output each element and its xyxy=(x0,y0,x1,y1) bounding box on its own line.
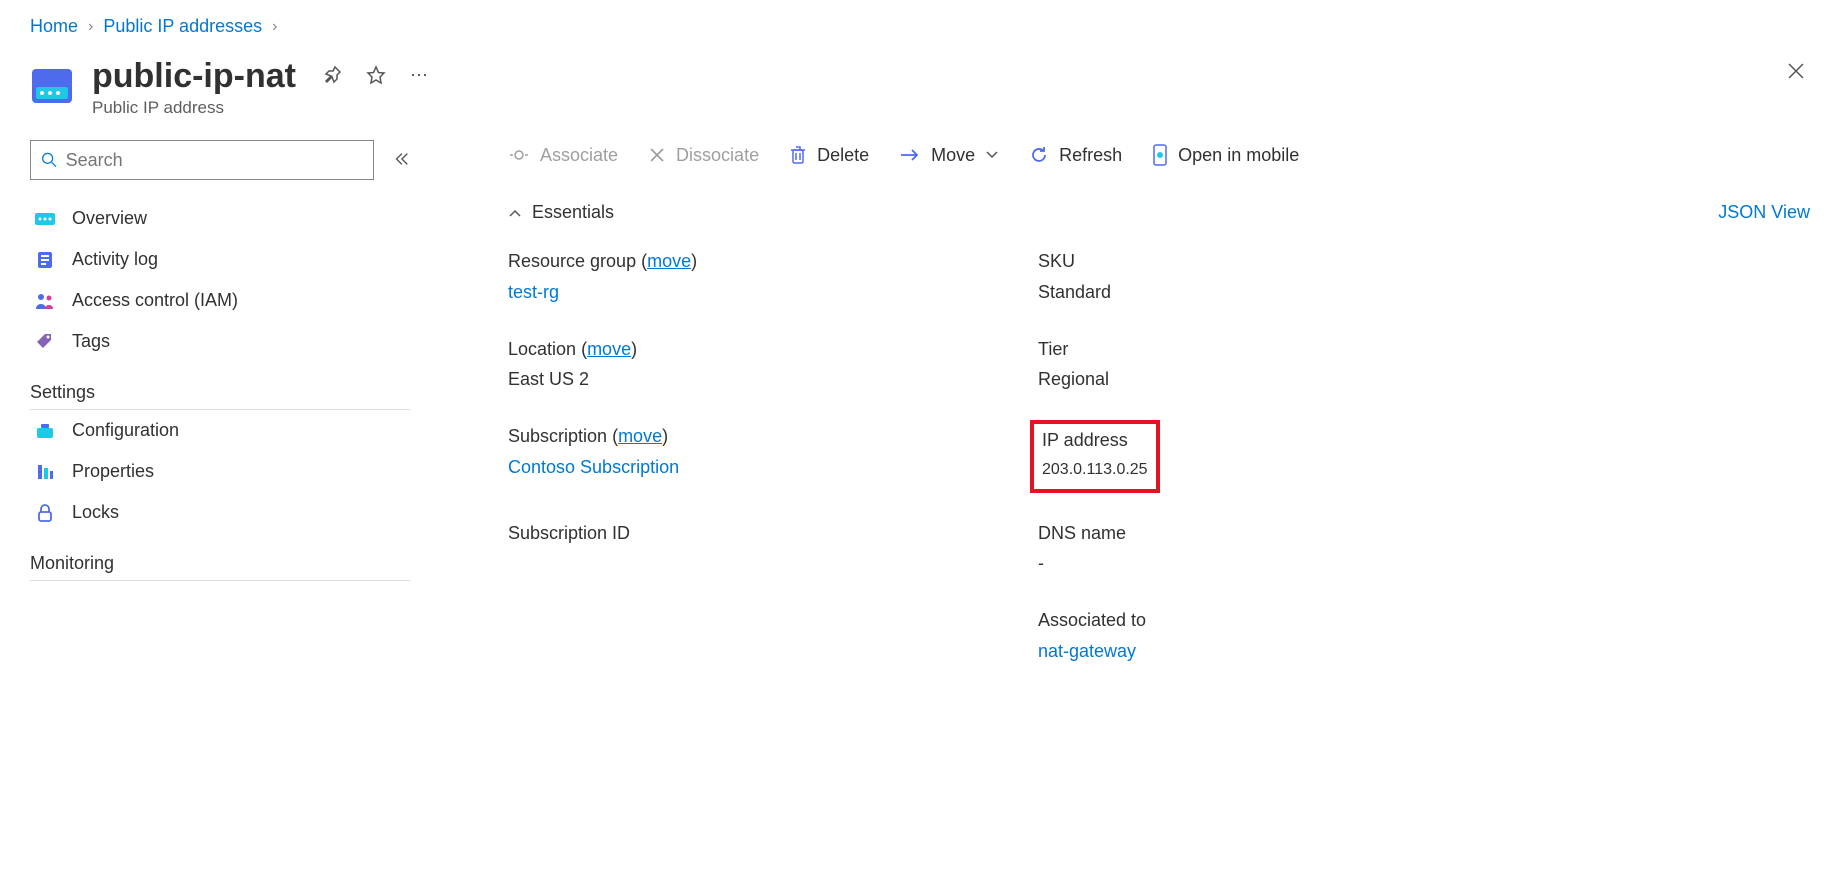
associated-to-value[interactable]: nat-gateway xyxy=(1038,637,1810,666)
sidebar-item-overview[interactable]: Overview xyxy=(30,198,410,239)
json-view-link[interactable]: JSON View xyxy=(1718,202,1810,223)
dns-name-label: DNS name xyxy=(1038,519,1810,548)
location-label: Location (move) xyxy=(508,335,1008,364)
sidebar-label: Access control (IAM) xyxy=(72,290,238,311)
star-icon[interactable] xyxy=(366,65,386,88)
toolbar-label: Open in mobile xyxy=(1178,145,1299,166)
sidebar-item-activity-log[interactable]: Activity log xyxy=(30,239,410,280)
arrow-right-icon xyxy=(899,147,921,163)
sku-value: Standard xyxy=(1038,278,1810,307)
open-in-mobile-button[interactable]: Open in mobile xyxy=(1152,144,1299,166)
sidebar-search[interactable] xyxy=(30,140,374,180)
move-subscription-link[interactable]: move xyxy=(618,426,662,446)
ip-icon xyxy=(34,210,56,228)
dissociate-button: Dissociate xyxy=(648,145,759,166)
move-location-link[interactable]: move xyxy=(587,339,631,359)
chevron-right-icon: › xyxy=(272,18,277,36)
search-icon xyxy=(41,151,58,169)
delete-button[interactable]: Delete xyxy=(789,145,869,166)
trash-icon xyxy=(789,145,807,165)
sidebar-section-settings: Settings xyxy=(30,376,410,410)
resource-group-label: Resource group (move) xyxy=(508,247,1008,276)
toolbar-label: Dissociate xyxy=(676,145,759,166)
ip-address-value: 203.0.113.0.25 xyxy=(1042,457,1148,483)
close-icon[interactable] xyxy=(1782,57,1810,91)
sidebar-item-configuration[interactable]: Configuration xyxy=(30,410,410,451)
sidebar-item-locks[interactable]: Locks xyxy=(30,492,410,533)
page-title: public-ip-nat xyxy=(92,57,296,96)
collapse-sidebar-icon[interactable] xyxy=(392,150,410,171)
sidebar-label: Properties xyxy=(72,461,154,482)
refresh-button[interactable]: Refresh xyxy=(1029,145,1122,166)
breadcrumb: Home › Public IP addresses › xyxy=(30,16,1810,37)
tags-icon xyxy=(35,332,55,352)
chevron-right-icon: › xyxy=(88,18,93,36)
subscription-value[interactable]: Contoso Subscription xyxy=(508,453,1008,482)
sidebar-label: Configuration xyxy=(72,420,179,441)
dns-name-value: - xyxy=(1038,549,1810,578)
iam-icon xyxy=(34,291,56,311)
search-input[interactable] xyxy=(66,150,363,171)
resource-group-value[interactable]: test-rg xyxy=(508,278,1008,307)
sidebar: Overview Activity log Access control (IA… xyxy=(30,140,430,666)
chevron-down-icon xyxy=(985,150,999,160)
subscription-id-label: Subscription ID xyxy=(508,519,1008,548)
breadcrumb-parent[interactable]: Public IP addresses xyxy=(103,16,262,37)
command-bar: Associate Dissociate Delete Move xyxy=(508,144,1810,166)
sidebar-label: Activity log xyxy=(72,249,158,270)
sidebar-item-iam[interactable]: Access control (IAM) xyxy=(30,280,410,321)
sidebar-item-properties[interactable]: Properties xyxy=(30,451,410,492)
essentials-grid: Resource group (move) test-rg SKU Standa… xyxy=(508,247,1810,666)
location-value: East US 2 xyxy=(508,365,1008,394)
sidebar-label: Locks xyxy=(72,502,119,523)
essentials-label: Essentials xyxy=(532,202,614,223)
link-icon xyxy=(508,146,530,164)
config-icon xyxy=(35,422,55,440)
more-icon[interactable]: ⋯ xyxy=(410,65,430,88)
x-icon xyxy=(648,146,666,164)
toolbar-label: Delete xyxy=(817,145,869,166)
ip-address-highlight: IP address 203.0.113.0.25 xyxy=(1030,420,1160,492)
content-pane: Associate Dissociate Delete Move xyxy=(430,140,1810,666)
chevron-up-icon xyxy=(508,208,522,218)
public-ip-icon xyxy=(30,63,74,107)
subscription-label: Subscription (move) xyxy=(508,422,1008,451)
breadcrumb-home[interactable]: Home xyxy=(30,16,78,37)
move-resource-group-link[interactable]: move xyxy=(647,251,691,271)
locks-icon xyxy=(36,503,54,523)
mobile-icon xyxy=(1152,144,1168,166)
essentials-toggle[interactable]: Essentials xyxy=(508,202,614,223)
move-button[interactable]: Move xyxy=(899,145,999,166)
sku-label: SKU xyxy=(1038,247,1810,276)
sidebar-label: Tags xyxy=(72,331,110,352)
toolbar-label: Associate xyxy=(540,145,618,166)
associate-button: Associate xyxy=(508,145,618,166)
page-subtitle: Public IP address xyxy=(92,98,430,118)
log-icon xyxy=(35,250,55,270)
tier-label: Tier xyxy=(1038,335,1810,364)
properties-icon xyxy=(35,462,55,482)
tier-value: Regional xyxy=(1038,365,1810,394)
associated-to-label: Associated to xyxy=(1038,606,1810,635)
sidebar-label: Overview xyxy=(72,208,147,229)
sidebar-section-monitoring: Monitoring xyxy=(30,547,410,581)
toolbar-label: Refresh xyxy=(1059,145,1122,166)
refresh-icon xyxy=(1029,145,1049,165)
toolbar-label: Move xyxy=(931,145,975,166)
pin-icon[interactable] xyxy=(322,65,342,88)
ip-address-label: IP address xyxy=(1042,426,1148,455)
sidebar-item-tags[interactable]: Tags xyxy=(30,321,410,362)
